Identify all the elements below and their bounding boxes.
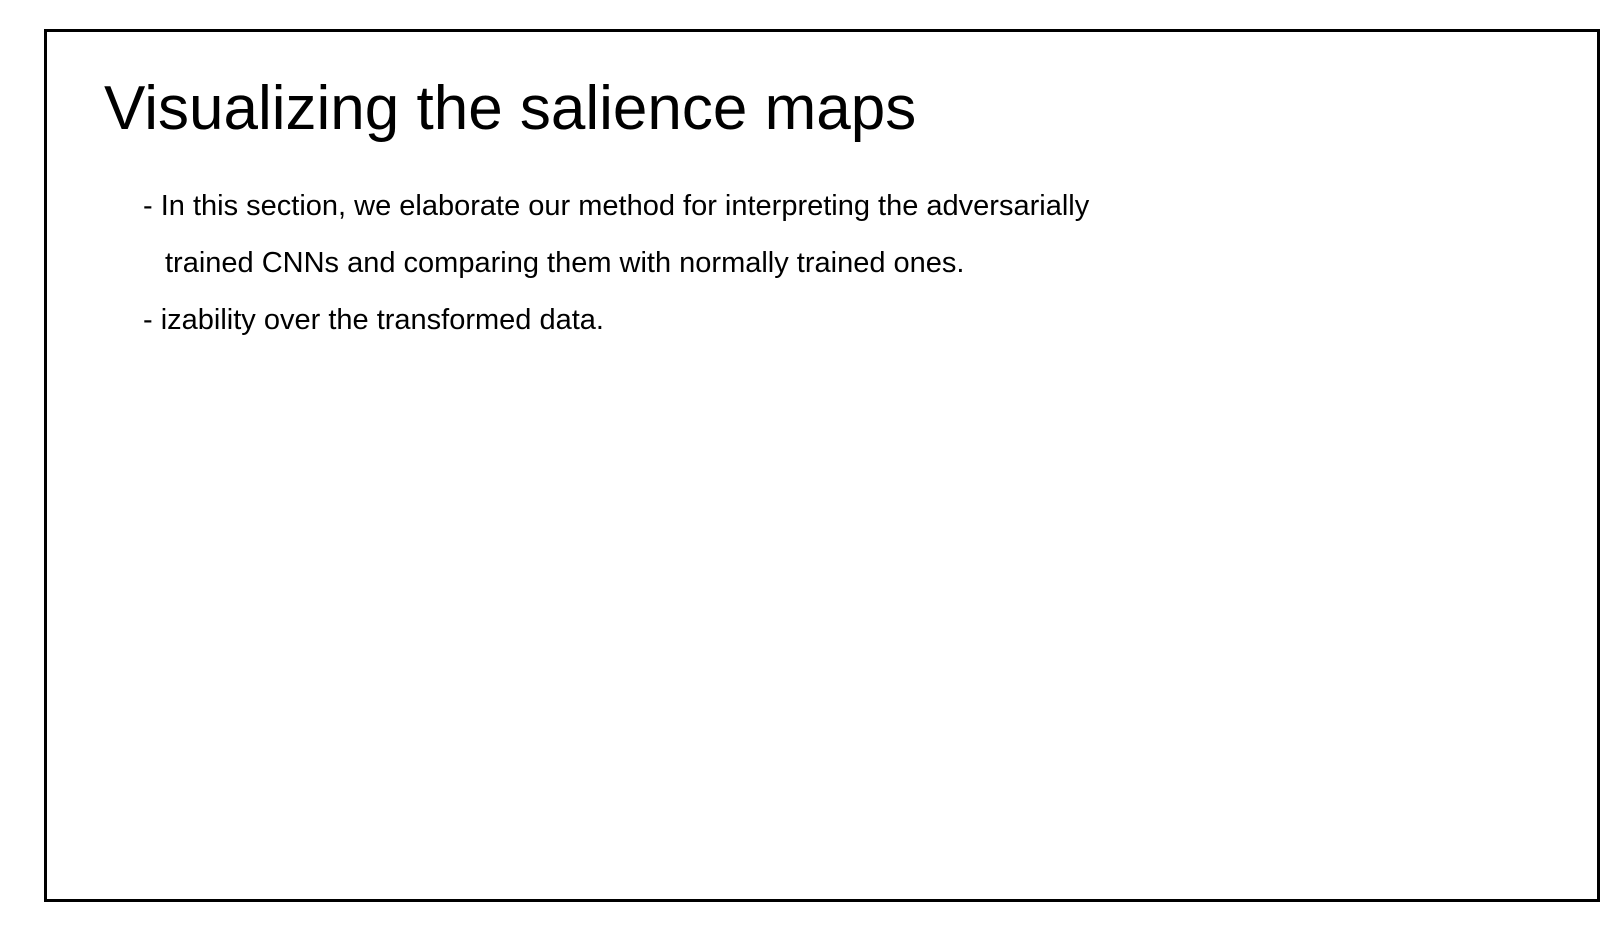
bullet-item: - izability over the transformed data.	[143, 304, 604, 336]
slide-title: Visualizing the salience maps	[104, 74, 917, 143]
bullet-item: - In this section, we elaborate our meth…	[143, 190, 1090, 222]
slide: Visualizing the salience maps - In this …	[44, 29, 1600, 902]
bullet-list: - In this section, we elaborate our meth…	[143, 178, 1089, 349]
bullet-item-continuation: trained CNNs and comparing them with nor…	[165, 247, 965, 279]
